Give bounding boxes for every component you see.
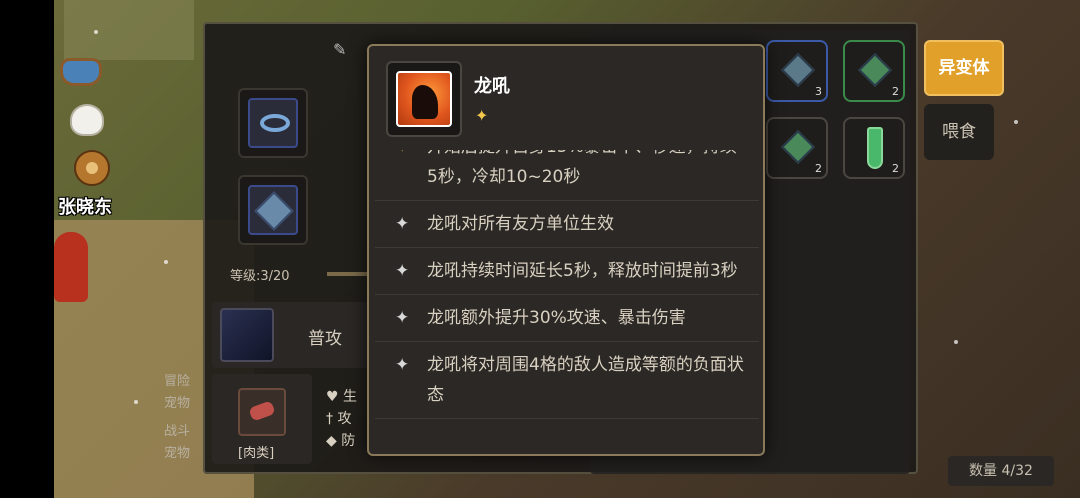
count-value: 4/32: [1001, 463, 1033, 479]
gem-icon: [858, 53, 892, 87]
ring-icon: [260, 114, 290, 132]
slot-frame: [248, 98, 298, 148]
stat-column: ♥ 生 † 攻 ◆ 防: [326, 386, 357, 452]
slot-frame: [248, 185, 298, 235]
food-type-box[interactable]: [肉类]: [212, 374, 312, 464]
inventory-count: 数量 4/32: [948, 456, 1054, 486]
heart-icon: ♥: [326, 389, 339, 405]
inventory-slot[interactable]: 2: [843, 40, 905, 102]
inventory-slot[interactable]: 2: [766, 117, 828, 179]
claw-icon: [220, 308, 274, 362]
snowflake: [94, 30, 98, 34]
equipment-slot-gem[interactable]: [238, 175, 308, 245]
meat-icon: [238, 388, 286, 436]
effect-text: 开始后提升自身15%暴击率、移速，持续5秒，冷却10~20秒: [427, 150, 737, 187]
npc-quest-icon[interactable]: [74, 150, 110, 186]
skill-effect-list[interactable]: ✦ 开始后提升自身15%暴击率、移速，持续5秒，冷却10~20秒 ✦ 龙吼对所有…: [375, 150, 759, 454]
gem-icon: [781, 130, 815, 164]
gem-icon: [781, 53, 815, 87]
basket-object: [60, 58, 102, 86]
red-character[interactable]: [54, 232, 88, 302]
star-icon: ✦: [395, 355, 410, 375]
snowflake: [134, 400, 138, 404]
gem-icon: [254, 191, 294, 231]
effect-text: 龙吼将对周围4格的敌人造成等额的负面状态: [427, 355, 744, 405]
effect-text: 龙吼持续时间延长5秒，释放时间提前3秒: [427, 261, 738, 281]
item-count: 3: [815, 85, 822, 98]
skill-row-normal-attack[interactable]: 普攻: [212, 302, 372, 368]
skill-icon-frame: [386, 61, 462, 137]
tab-feed[interactable]: 喂食: [924, 104, 994, 160]
count-label: 数量: [969, 463, 998, 479]
skill-label: 普攻: [308, 329, 342, 349]
star-icon: ✦: [395, 214, 410, 234]
side-label: 宠物: [164, 396, 191, 411]
item-count: 2: [815, 162, 822, 175]
pet-level: 等级:3/20: [230, 269, 290, 284]
star-icon: ✦: [475, 106, 489, 125]
stat-def: ◆ 防: [326, 433, 356, 449]
star-icon: ✦: [395, 308, 410, 328]
potion-tube-icon: [867, 127, 883, 169]
shield-icon: ◆: [326, 433, 337, 449]
skill-title: 龙吼: [474, 76, 510, 97]
effect-text: 龙吼对所有友方单位生效: [427, 214, 614, 234]
skill-tooltip: 龙吼 ✦ ✦ 开始后提升自身15%暴击率、移速，持续5秒，冷却10~20秒 ✦ …: [367, 44, 765, 456]
tab-mutant[interactable]: 异变体: [924, 40, 1004, 96]
snowflake: [954, 340, 958, 344]
item-count: 2: [892, 162, 899, 175]
side-label: 冒险: [164, 374, 191, 389]
list-item: ✦ 龙吼将对周围4格的敌人造成等额的负面状态: [375, 342, 759, 419]
chicken-npc[interactable]: [70, 104, 104, 136]
effect-text: 龙吼额外提升30%攻速、暴击伤害: [427, 308, 686, 328]
item-count: 2: [892, 85, 899, 98]
side-label: 战斗: [164, 424, 191, 439]
list-item: ✦ 龙吼持续时间延长5秒，释放时间提前3秒: [375, 248, 759, 295]
list-item: ✦ 龙吼对所有友方单位生效: [375, 201, 759, 248]
list-item: ✦ 龙吼额外提升30%攻速、暴击伤害: [375, 295, 759, 342]
stat-hp: ♥ 生: [326, 389, 358, 405]
floor-tile: [64, 0, 194, 60]
sword-icon: †: [326, 411, 333, 427]
stat-atk: † 攻: [326, 411, 352, 427]
npc-name[interactable]: 张晓东: [58, 193, 112, 219]
snowflake: [1014, 120, 1018, 124]
side-label: 宠物: [164, 446, 191, 461]
letterbox-left: [0, 0, 54, 498]
inventory-slot[interactable]: 3: [766, 40, 828, 102]
equipment-slot-ring[interactable]: [238, 88, 308, 158]
star-icon: ✦: [395, 261, 410, 281]
snowflake: [164, 260, 168, 264]
edit-icon[interactable]: ✎: [333, 40, 346, 59]
food-type-label: [肉类]: [238, 446, 275, 461]
inventory-slot[interactable]: 2: [843, 117, 905, 179]
list-item: ✦ 开始后提升自身15%暴击率、移速，持续5秒，冷却10~20秒: [375, 150, 759, 201]
dragon-roar-icon: [396, 71, 452, 127]
star-icon: ✦: [395, 150, 409, 162]
